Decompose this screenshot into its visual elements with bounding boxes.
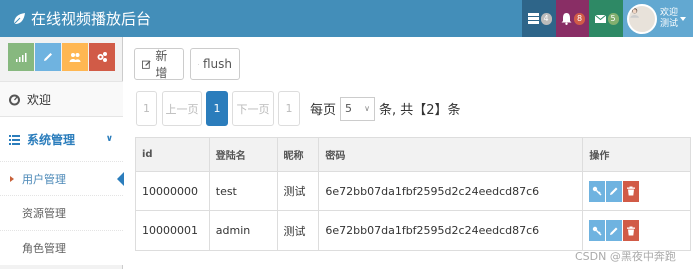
column-header: 登陆名 xyxy=(210,138,278,171)
page-first-button[interactable]: 1 xyxy=(136,91,157,126)
column-header: id xyxy=(136,138,210,171)
reset-password-button[interactable] xyxy=(589,220,606,241)
user-menu[interactable]: 欢迎 测试 xyxy=(623,0,693,37)
cell-login: test xyxy=(210,172,278,210)
table-row: 10000000 test 测试 6e72bb07da1fbf2595d2c24… xyxy=(136,172,690,211)
cell-login: admin xyxy=(210,211,278,250)
user-name: 测试 xyxy=(660,18,679,29)
cell-password: 6e72bb07da1fbf2595d2c24eedcd87c6 xyxy=(319,172,584,210)
alerts-badge: 8 xyxy=(574,12,585,25)
user-greeting: 欢迎 xyxy=(660,7,679,18)
sidebar-subitem-users[interactable]: 用户管理 xyxy=(0,161,124,195)
flush-button-label: flush xyxy=(202,57,232,71)
brand[interactable]: 在线视频播放后台 xyxy=(12,0,151,37)
user-info: 欢迎 测试 xyxy=(660,8,678,30)
sidebar-item-system[interactable]: 系统管理 ∨ xyxy=(0,116,123,161)
key-icon xyxy=(593,226,602,236)
top-navbar: 在线视频播放后台 4 8 5 欢迎 测试 xyxy=(0,0,693,37)
user-table: id 登陆名 昵称 密码 操作 10000000 test 测试 6e72bb0… xyxy=(135,137,691,251)
edit-button[interactable] xyxy=(606,180,623,202)
sidebar-subitem-roles[interactable]: 角色管理 xyxy=(0,230,123,265)
cell-nickname: 测试 xyxy=(278,172,320,210)
cell-nickname: 测试 xyxy=(278,211,320,250)
edit-button[interactable] xyxy=(606,220,623,241)
refresh-icon xyxy=(198,63,199,65)
add-button-label: 新增 xyxy=(155,49,168,80)
flush-button[interactable]: flush xyxy=(190,48,240,80)
trash-icon xyxy=(627,186,636,196)
leaf-icon xyxy=(13,12,25,24)
pencil-icon xyxy=(44,53,52,61)
tasks-button[interactable]: 4 xyxy=(522,0,556,37)
page-last-button[interactable]: 1 xyxy=(278,91,300,126)
chevron-down-icon: ∨ xyxy=(105,134,113,144)
table-row: 10000001 admin 测试 6e72bb07da1fbf2595d2c2… xyxy=(136,211,690,250)
add-button[interactable]: 新增 xyxy=(134,48,184,80)
messages-button[interactable]: 5 xyxy=(589,0,623,37)
sidebar-item-welcome[interactable]: 欢迎 xyxy=(0,81,123,116)
cell-id: 10000000 xyxy=(136,172,210,210)
cell-actions xyxy=(583,211,690,250)
pencil-icon xyxy=(610,227,618,235)
sidebar-item-label: 系统管理 xyxy=(27,132,76,147)
delete-button[interactable] xyxy=(623,220,640,241)
shortcut-cogs[interactable] xyxy=(89,43,115,71)
envelope-icon xyxy=(594,14,606,23)
avatar xyxy=(627,3,657,34)
tasks-badge: 4 xyxy=(540,12,552,25)
sidebar-subitem-resources[interactable]: 资源管理 xyxy=(0,195,123,230)
sidebar: 欢迎 系统管理 ∨ 用户管理 资源管理 角色管理 xyxy=(0,37,124,269)
cell-password: 6e72bb07da1fbf2595d2c24eedcd87c6 xyxy=(319,211,584,250)
shortcut-users[interactable] xyxy=(62,43,88,71)
column-header: 操作 xyxy=(589,151,610,162)
per-page-suffix: 条, 共【2】条 xyxy=(379,103,461,118)
per-page-value: 5 xyxy=(345,102,353,115)
table-header-row: id 登陆名 昵称 密码 操作 xyxy=(136,138,690,172)
page-next-button[interactable]: 下一页 xyxy=(232,91,274,126)
cell-id: 10000001 xyxy=(136,211,210,250)
page-current-button[interactable]: 1 xyxy=(206,91,228,126)
users-icon xyxy=(69,53,81,62)
brand-title: 在线视频播放后台 xyxy=(31,10,152,28)
pencil-icon xyxy=(610,187,618,195)
sidebar-subitem-label: 资源管理 xyxy=(22,207,66,220)
sidebar-subitem-label: 用户管理 xyxy=(22,172,66,186)
column-header: 密码 xyxy=(319,138,584,171)
cogs-icon xyxy=(97,52,107,62)
caret-down-icon xyxy=(680,16,687,21)
sidebar-subitem-label: 角色管理 xyxy=(22,242,66,255)
per-page-select[interactable]: 5 ∨ xyxy=(340,96,376,121)
alerts-button[interactable]: 8 xyxy=(556,0,589,37)
tasks-icon xyxy=(527,13,539,24)
column-header: 昵称 xyxy=(278,138,320,171)
list-icon xyxy=(9,134,20,145)
chevron-down-icon: ∨ xyxy=(364,104,371,113)
edit-icon xyxy=(142,60,151,69)
reset-password-button[interactable] xyxy=(589,180,606,202)
per-page-prefix: 每页 xyxy=(310,103,337,118)
signal-icon xyxy=(16,53,27,62)
cell-actions xyxy=(583,172,690,210)
trash-icon xyxy=(627,226,636,235)
shortcut-pencil[interactable] xyxy=(35,43,61,71)
page-prev-button[interactable]: 上一页 xyxy=(162,91,202,126)
delete-button[interactable] xyxy=(623,180,640,202)
bell-icon xyxy=(561,13,572,25)
messages-badge: 5 xyxy=(607,12,619,25)
watermark: CSDN @黑夜中奔跑 xyxy=(575,250,676,263)
dashboard-icon xyxy=(9,94,20,105)
sidebar-shortcuts xyxy=(8,43,116,71)
sidebar-item-label: 欢迎 xyxy=(27,92,52,107)
shortcut-signal[interactable] xyxy=(8,43,34,71)
key-icon xyxy=(593,186,602,196)
per-page-control: 每页 5 ∨ 条, 共【2】条 xyxy=(310,91,461,126)
